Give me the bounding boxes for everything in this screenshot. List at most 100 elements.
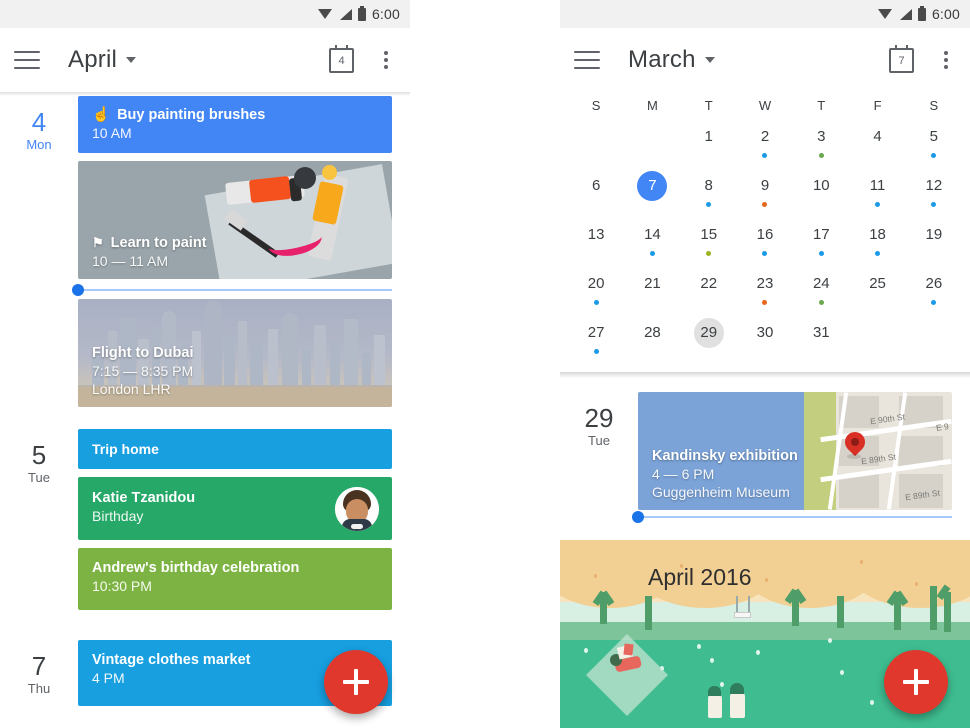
contact-avatar[interactable] xyxy=(335,486,379,531)
event-card-katie-birthday[interactable]: Katie Tzanidou Birthday xyxy=(78,477,392,540)
event-title: Buy painting brushes xyxy=(117,106,266,123)
day-cell-1[interactable]: 1 xyxy=(681,117,737,166)
weekday-header-row: SMTWTFS xyxy=(560,92,970,117)
day-cell-28[interactable]: 28 xyxy=(624,313,680,362)
day-cell-31[interactable]: 31 xyxy=(793,313,849,362)
agenda-day-group: 5 Tue Trip home Katie Tzanidou Birthday xyxy=(0,429,410,618)
day-cell-30[interactable]: 30 xyxy=(737,313,793,362)
day-number: 1 xyxy=(704,128,713,145)
day-cell-8[interactable]: 8 xyxy=(681,166,737,215)
status-clock: 6:00 xyxy=(371,6,400,22)
day-cell-4[interactable]: 4 xyxy=(849,117,905,166)
day-event-dot xyxy=(762,153,768,158)
wifi-icon xyxy=(317,8,333,20)
day-cell-18[interactable]: 18 xyxy=(849,215,905,264)
day-cell-20[interactable]: 20 xyxy=(568,264,624,313)
day-cell-29[interactable]: 29 xyxy=(681,313,737,362)
event-title: Kandinsky exhibition xyxy=(652,448,798,464)
day-number: 16 xyxy=(756,226,774,243)
hamburger-menu-icon[interactable] xyxy=(14,51,40,69)
day-number: 2 xyxy=(760,128,770,145)
day-cell-27[interactable]: 27 xyxy=(568,313,624,362)
day-number: 4 xyxy=(873,128,882,145)
event-card-learn-to-paint[interactable]: ⚑ Learn to paint 10 — 11 AM xyxy=(78,161,392,279)
left-app-bar: April 4 xyxy=(0,28,410,92)
day-number: 13 xyxy=(587,226,605,243)
calendar-today-icon[interactable]: 7 xyxy=(889,44,914,73)
weekday-label-0: S xyxy=(591,98,601,113)
agenda-date-number: 29 xyxy=(584,403,614,433)
day-cell-13[interactable]: 13 xyxy=(568,215,624,264)
day-number: 7 xyxy=(637,171,668,201)
day-number: 11 xyxy=(869,177,886,194)
chevron-down-icon[interactable] xyxy=(126,57,137,63)
agenda-list[interactable]: 4 Mon ☝ Buy painting brushes 10 AM ⚑ Lea… xyxy=(0,96,410,728)
month-title[interactable]: April xyxy=(68,46,117,74)
day-cell-21[interactable]: 21 xyxy=(624,264,680,313)
day-cell-6[interactable]: 6 xyxy=(568,166,624,215)
day-cell-19[interactable]: 19 xyxy=(906,215,962,264)
agenda-events: E 90th St E 89th St E 89th St E 9 Kandin… xyxy=(632,392,970,526)
day-cell-7[interactable]: 7 xyxy=(624,166,680,215)
day-cell-25[interactable]: 25 xyxy=(849,264,905,313)
event-title-row: ☝ Buy painting brushes xyxy=(92,106,378,124)
event-card-trip-home[interactable]: Trip home xyxy=(78,429,392,469)
day-number: 10 xyxy=(812,177,830,194)
day-cell-12[interactable]: 12 xyxy=(906,166,962,215)
month-grid[interactable]: 1 2 3 4 5 6 7 8 9 10 11 12 13 14 15 16 17 18 19 20 21 22 23 24 2… xyxy=(560,117,970,372)
day-number: 6 xyxy=(591,177,601,194)
day-cell-23[interactable]: 23 xyxy=(737,264,793,313)
hamburger-menu-icon[interactable] xyxy=(574,51,600,69)
event-text-overlay: Flight to Dubai 7:15 — 8:35 PM London LH… xyxy=(92,345,193,397)
agenda-date-number: 4 xyxy=(31,107,47,137)
month-title[interactable]: March xyxy=(628,46,696,74)
day-number: 25 xyxy=(869,275,886,292)
agenda-date-column: 4 Mon xyxy=(0,96,78,407)
event-card-buy-painting-brushes[interactable]: ☝ Buy painting brushes 10 AM xyxy=(78,96,392,153)
right-status-bar: 6:00 xyxy=(560,0,970,28)
day-number: 12 xyxy=(925,177,943,194)
day-cell-9[interactable]: 9 xyxy=(737,166,793,215)
day-cell-22[interactable]: 22 xyxy=(681,264,737,313)
day-event-dot xyxy=(931,153,937,158)
event-card-kandinsky-exhibition[interactable]: E 90th St E 89th St E 89th St E 9 Kandin… xyxy=(638,392,952,510)
weekday-label-3: W xyxy=(758,98,772,113)
day-cell-2[interactable]: 2 xyxy=(737,117,793,166)
day-cell-24[interactable]: 24 xyxy=(793,264,849,313)
chevron-down-icon[interactable] xyxy=(704,57,715,63)
agenda-date-number: 5 xyxy=(31,440,47,470)
event-time: 10 AM xyxy=(92,125,132,141)
event-card-flight-to-dubai[interactable]: Flight to Dubai 7:15 — 8:35 PM London LH… xyxy=(78,299,392,407)
day-cell-26[interactable]: 26 xyxy=(906,264,962,313)
day-number: 19 xyxy=(925,226,943,243)
day-cell-10[interactable]: 10 xyxy=(793,166,849,215)
battery-icon xyxy=(917,5,926,21)
overflow-menu-icon[interactable] xyxy=(376,51,396,69)
event-location: Guggenheim Museum xyxy=(652,484,790,500)
day-event-dot xyxy=(818,153,824,158)
day-event-dot xyxy=(875,202,881,207)
day-cell-15[interactable]: 15 xyxy=(681,215,737,264)
signal-icon xyxy=(899,8,912,20)
day-cell-17[interactable]: 17 xyxy=(793,215,849,264)
day-cell-16[interactable]: 16 xyxy=(737,215,793,264)
street-label: E 9 xyxy=(935,421,950,433)
day-number: 3 xyxy=(817,128,826,145)
event-card-andrews-birthday[interactable]: Andrew's birthday celebration 10:30 PM xyxy=(78,548,392,610)
event-text-overlay: ⚑ Learn to paint 10 — 11 AM xyxy=(92,235,207,269)
add-event-fab[interactable] xyxy=(884,650,948,714)
wifi-icon xyxy=(877,8,893,20)
day-cell-5[interactable]: 5 xyxy=(906,117,962,166)
day-cell-11[interactable]: 11 xyxy=(849,166,905,215)
day-cell-14[interactable]: 14 xyxy=(624,215,680,264)
day-number: 14 xyxy=(644,226,661,243)
weekday-label-2: T xyxy=(704,98,713,113)
calendar-today-icon[interactable]: 4 xyxy=(329,44,354,73)
add-event-fab[interactable] xyxy=(324,650,388,714)
day-cell-3[interactable]: 3 xyxy=(793,117,849,166)
overflow-menu-icon[interactable] xyxy=(936,51,956,69)
event-title-row: ⚑ Learn to paint xyxy=(92,235,207,251)
day-event-dot xyxy=(706,251,712,256)
day-event-dot xyxy=(593,300,599,305)
day-event-dot xyxy=(762,251,768,256)
